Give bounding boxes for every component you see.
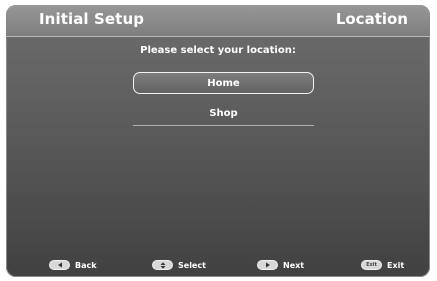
option-shop[interactable]: Shop: [133, 103, 314, 126]
option-home[interactable]: Home: [133, 72, 314, 94]
exit-key-icon: Exit: [361, 260, 382, 270]
back-hint[interactable]: Back: [49, 258, 97, 272]
next-hint[interactable]: Next: [257, 258, 304, 272]
select-label: Select: [178, 260, 206, 270]
exit-label: Exit: [387, 260, 405, 270]
header-bar: Initial Setup Location: [6, 5, 430, 37]
back-label: Back: [75, 260, 97, 270]
footer-hints: Back Select Next Exit Exit: [6, 258, 430, 272]
exit-key-text: Exit: [366, 262, 377, 268]
up-down-arrows-icon: [152, 260, 173, 270]
left-arrow-icon: [49, 260, 70, 270]
setup-screen: Initial Setup Location Please select you…: [6, 5, 430, 277]
exit-hint[interactable]: Exit Exit: [361, 258, 404, 272]
page-title: Initial Setup: [39, 10, 145, 28]
right-arrow-icon: [257, 260, 278, 270]
select-hint[interactable]: Select: [152, 258, 206, 272]
next-label: Next: [283, 260, 305, 270]
section-title: Location: [335, 10, 408, 28]
location-prompt: Please select your location:: [140, 45, 296, 56]
